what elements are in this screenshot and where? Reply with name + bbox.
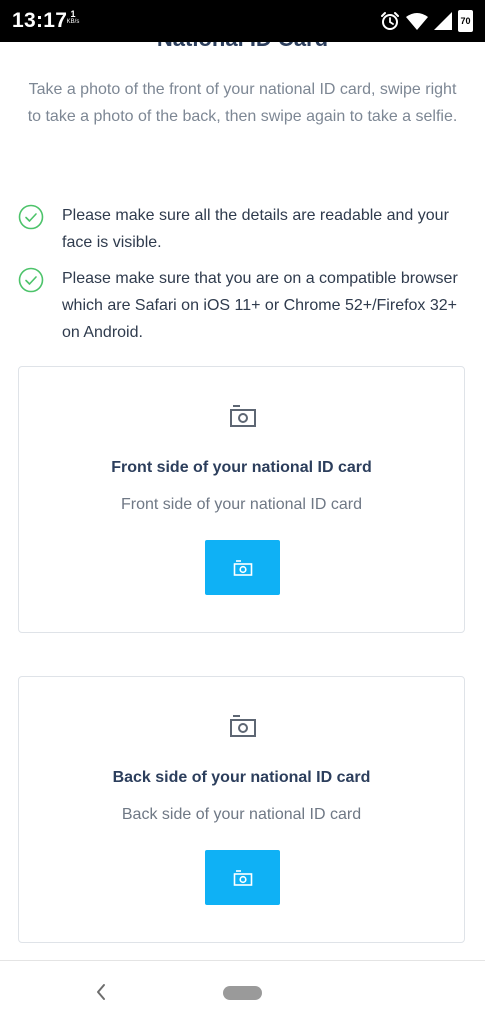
status-icons: 70: [380, 9, 473, 33]
main-content: National ID Card Take a photo of the fro…: [0, 0, 485, 960]
checklist-text: Please make sure all the details are rea…: [62, 207, 449, 251]
front-id-card-panel: Front side of your national ID card Fron…: [18, 366, 465, 633]
network-speed-unit: KB/s: [66, 19, 80, 25]
take-back-photo-button[interactable]: [205, 850, 280, 905]
card-title: Front side of your national ID card: [111, 459, 372, 476]
intro-text: Take a photo of the front of your nation…: [27, 81, 458, 125]
card-subtitle: Front side of your national ID card: [120, 496, 362, 513]
camera-icon: [233, 869, 252, 886]
wifi-icon: [406, 13, 428, 30]
battery-icon: 70: [458, 10, 473, 32]
card-subtitle: Back side of your national ID card: [121, 806, 362, 823]
signal-icon: [434, 12, 452, 30]
back-id-card-panel: Back side of your national ID card Back …: [18, 676, 465, 943]
check-circle-icon: [18, 267, 44, 293]
battery-level: 70: [460, 16, 471, 26]
status-bar: 13:17 1 KB/s 70: [0, 0, 485, 42]
system-nav-bar: [0, 960, 485, 1024]
network-speed-value: 1: [70, 9, 76, 19]
status-time: 13:17: [12, 9, 68, 32]
home-pill-icon[interactable]: [223, 986, 262, 1000]
camera-icon: [230, 715, 256, 737]
card-title: Back side of your national ID card: [112, 769, 371, 786]
take-front-photo-button[interactable]: [205, 540, 280, 595]
check-circle-icon: [18, 204, 44, 230]
camera-icon: [230, 405, 256, 427]
camera-icon: [233, 559, 252, 576]
back-chevron-icon[interactable]: [94, 983, 108, 1001]
checklist-text: Please make sure that you are on a compa…: [62, 270, 458, 341]
alarm-icon: [381, 12, 399, 30]
network-speed: 1 KB/s: [66, 10, 80, 26]
